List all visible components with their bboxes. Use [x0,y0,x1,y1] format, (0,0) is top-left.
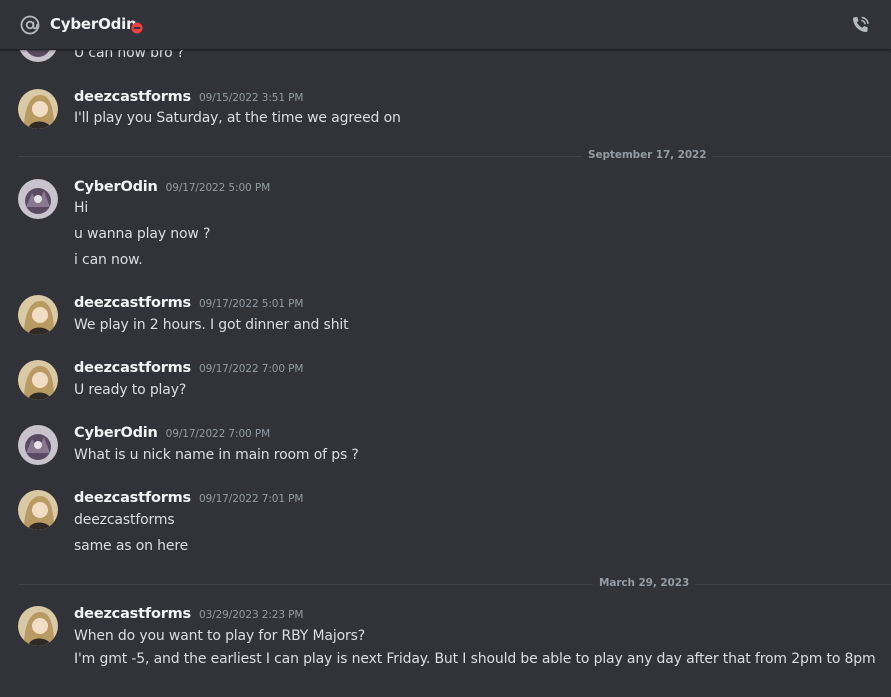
message-text: I'll play you Saturday, at the time we a… [74,110,401,126]
avatar[interactable] [18,49,58,62]
timestamp: 09/17/2022 7:00 PM [165,428,271,440]
username[interactable]: CyberOdin [74,179,158,195]
avatar[interactable] [18,606,58,646]
timestamp: 09/17/2022 7:01 PM [199,493,304,505]
avatar[interactable] [18,425,58,465]
channel-header: CyberOdin [0,0,891,50]
dnd-status-icon [131,19,143,34]
date-divider-label: March 29, 2023 [593,577,696,589]
username[interactable]: deezcastforms [74,360,191,376]
username[interactable]: deezcastforms [74,490,191,506]
date-divider [18,584,891,585]
avatar[interactable] [18,360,58,400]
message-text: i can now. [74,252,143,268]
message-text: U ready to play? [74,382,187,398]
at-sign-icon [19,14,41,36]
username[interactable]: deezcastforms [74,606,191,622]
message-text: deezcastforms [74,512,175,528]
date-divider [18,156,891,157]
message-text: u wanna play now ? [74,226,211,242]
message-text: When do you want to play for RBY Majors? [74,628,366,644]
phone-call-icon[interactable] [850,14,872,36]
message-text: Hi [74,200,89,216]
timestamp: 09/15/2022 3:51 PM [199,92,304,104]
timestamp: 09/17/2022 5:01 PM [199,298,304,310]
avatar[interactable] [18,490,58,530]
channel-title: CyberOdin [50,15,137,33]
message-text: U can now bro ? [74,49,185,61]
message-text: same as on here [74,538,189,554]
username[interactable]: CyberOdin [74,425,158,441]
timestamp: 09/17/2022 5:00 PM [165,182,271,194]
message-text: We play in 2 hours. I got dinner and shi… [74,317,349,333]
timestamp: 09/17/2022 7:00 PM [199,363,304,375]
username[interactable]: deezcastforms [74,89,191,105]
avatar[interactable] [18,89,58,129]
message-list[interactable]: U can now bro ? deezcastforms 09/15/2022… [0,49,891,697]
avatar[interactable] [18,179,58,219]
message-text: I'm gmt -5, and the earliest I can play … [74,651,876,667]
message-text: What is u nick name in main room of ps ? [74,447,359,463]
avatar[interactable] [18,295,58,335]
timestamp: 03/29/2023 2:23 PM [199,609,304,621]
username[interactable]: deezcastforms [74,295,191,311]
date-divider-label: September 17, 2022 [582,149,713,161]
